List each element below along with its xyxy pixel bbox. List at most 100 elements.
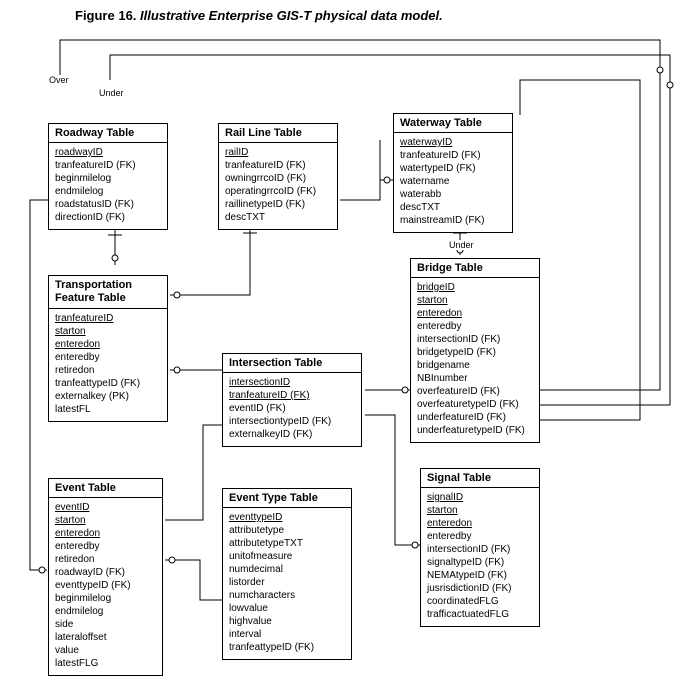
entity-event-body: eventID starton enteredon enteredby reti… bbox=[49, 498, 162, 675]
entity-feature-body: tranfeatureID starton enteredon enteredb… bbox=[49, 309, 167, 421]
field: tranfeatureID (FK) bbox=[55, 159, 161, 172]
entity-intersection-header: Intersection Table bbox=[223, 354, 361, 373]
field: intersectionID (FK) bbox=[417, 333, 533, 346]
field: descTXT bbox=[400, 201, 506, 214]
field: coordinatedFLG bbox=[427, 595, 533, 608]
field: directionID (FK) bbox=[55, 211, 161, 224]
field: lateraloffset bbox=[55, 631, 156, 644]
field: enteredon bbox=[427, 517, 533, 530]
field: listorder bbox=[229, 576, 345, 589]
field: enteredby bbox=[55, 540, 156, 553]
field: starton bbox=[427, 504, 533, 517]
field: starton bbox=[55, 325, 161, 338]
field: enteredon bbox=[417, 307, 533, 320]
under-label-2: Under bbox=[448, 240, 475, 250]
entity-roadway-body: roadwayID tranfeatureID (FK) beginmilelo… bbox=[49, 143, 167, 229]
field: trafficactuatedFLG bbox=[427, 608, 533, 621]
field: endmilelog bbox=[55, 185, 161, 198]
field: latestFL bbox=[55, 403, 161, 416]
entity-signal-header: Signal Table bbox=[421, 469, 539, 488]
field: watertypeID (FK) bbox=[400, 162, 506, 175]
field: side bbox=[55, 618, 156, 631]
entity-waterway-body: waterwayID tranfeatureID (FK) watertypeI… bbox=[394, 133, 512, 232]
field: eventID bbox=[55, 501, 156, 514]
field: externalkey (PK) bbox=[55, 390, 161, 403]
field: lowvalue bbox=[229, 602, 345, 615]
field: overfeatureID (FK) bbox=[417, 385, 533, 398]
entity-event: Event Table eventID starton enteredon en… bbox=[48, 478, 163, 676]
field: latestFLG bbox=[55, 657, 156, 670]
field: signaltypeID (FK) bbox=[427, 556, 533, 569]
field: overfeaturetypeID (FK) bbox=[417, 398, 533, 411]
field: intersectiontypeID (FK) bbox=[229, 415, 355, 428]
field: bridgename bbox=[417, 359, 533, 372]
entity-event-header: Event Table bbox=[49, 479, 162, 498]
field: tranfeattypeID (FK) bbox=[229, 641, 345, 654]
field: eventID (FK) bbox=[229, 402, 355, 415]
field: beginmilelog bbox=[55, 592, 156, 605]
field: descTXT bbox=[225, 211, 331, 224]
field: watername bbox=[400, 175, 506, 188]
entity-bridge-header: Bridge Table bbox=[411, 259, 539, 278]
entity-feature: Transportation Feature Table tranfeature… bbox=[48, 275, 168, 422]
field: bridgeID bbox=[417, 281, 533, 294]
field: jusrisdictionID (FK) bbox=[427, 582, 533, 595]
field: retiredon bbox=[55, 364, 161, 377]
field: mainstreamID (FK) bbox=[400, 214, 506, 227]
entity-rail-header: Rail Line Table bbox=[219, 124, 337, 143]
field: tranfeatureID (FK) bbox=[400, 149, 506, 162]
field: eventtypeID bbox=[229, 511, 345, 524]
figure-caption: Illustrative Enterprise GIS-T physical d… bbox=[140, 8, 443, 23]
field: bridgetypeID (FK) bbox=[417, 346, 533, 359]
field: enteredon bbox=[55, 338, 161, 351]
entity-intersection: Intersection Table intersectionID tranfe… bbox=[222, 353, 362, 447]
field: enteredby bbox=[417, 320, 533, 333]
field: tranfeatureID bbox=[55, 312, 161, 325]
field: operatingrrcoID (FK) bbox=[225, 185, 331, 198]
field: beginmilelog bbox=[55, 172, 161, 185]
field: numdecimal bbox=[229, 563, 345, 576]
field: intersectionID (FK) bbox=[427, 543, 533, 556]
field: NBInumber bbox=[417, 372, 533, 385]
field: unitofmeasure bbox=[229, 550, 345, 563]
entity-signal-body: signalID starton enteredon enteredby int… bbox=[421, 488, 539, 626]
field: enteredby bbox=[55, 351, 161, 364]
entity-roadway: Roadway Table roadwayID tranfeatureID (F… bbox=[48, 123, 168, 230]
under-label-1: Under bbox=[98, 88, 125, 98]
field: underfeatureID (FK) bbox=[417, 411, 533, 424]
field: interval bbox=[229, 628, 345, 641]
field: enteredby bbox=[427, 530, 533, 543]
field: owningrrcoID (FK) bbox=[225, 172, 331, 185]
field: starton bbox=[417, 294, 533, 307]
field: underfeaturetypeID (FK) bbox=[417, 424, 533, 437]
field: eventtypeID (FK) bbox=[55, 579, 156, 592]
field: enteredon bbox=[55, 527, 156, 540]
field: highvalue bbox=[229, 615, 345, 628]
entity-rail-body: railID tranfeatureID (FK) owningrrcoID (… bbox=[219, 143, 337, 229]
field: starton bbox=[55, 514, 156, 527]
figure-number: Figure 16. bbox=[75, 8, 140, 23]
field: railID bbox=[225, 146, 331, 159]
field: endmilelog bbox=[55, 605, 156, 618]
over-label: Over bbox=[48, 75, 70, 85]
entity-eventtype-body: eventtypeID attributetype attributetypeT… bbox=[223, 508, 351, 659]
field: externalkeyID (FK) bbox=[229, 428, 355, 441]
field: attributetype bbox=[229, 524, 345, 537]
field: waterabb bbox=[400, 188, 506, 201]
field: numcharacters bbox=[229, 589, 345, 602]
field: raillinetypeID (FK) bbox=[225, 198, 331, 211]
entity-eventtype: Event Type Table eventtypeID attributety… bbox=[222, 488, 352, 660]
field: roadwayID (FK) bbox=[55, 566, 156, 579]
entity-signal: Signal Table signalID starton enteredon … bbox=[420, 468, 540, 627]
field: value bbox=[55, 644, 156, 657]
field: tranfeatureID (FK) bbox=[225, 159, 331, 172]
field: attributetypeTXT bbox=[229, 537, 345, 550]
field: signalID bbox=[427, 491, 533, 504]
field: tranfeattypeID (FK) bbox=[55, 377, 161, 390]
figure-title: Figure 16. Illustrative Enterprise GIS-T… bbox=[75, 8, 443, 23]
entity-rail: Rail Line Table railID tranfeatureID (FK… bbox=[218, 123, 338, 230]
entity-bridge-body: bridgeID starton enteredon enteredby int… bbox=[411, 278, 539, 442]
entity-eventtype-header: Event Type Table bbox=[223, 489, 351, 508]
entity-feature-header: Transportation Feature Table bbox=[49, 276, 167, 309]
entity-waterway: Waterway Table waterwayID tranfeatureID … bbox=[393, 113, 513, 233]
